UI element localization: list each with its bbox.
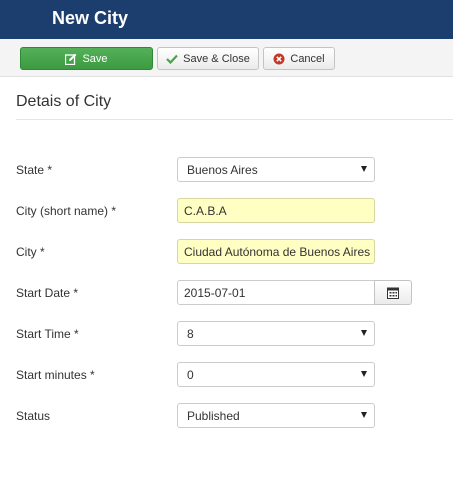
status-label: Status <box>16 409 51 423</box>
cancel-button-label: Cancel <box>290 52 325 65</box>
city-short-input[interactable]: C.A.B.A <box>177 198 375 223</box>
cancel-circle-icon <box>273 53 285 65</box>
status-select[interactable]: Published <box>177 403 375 428</box>
save-close-button-label: Save & Close <box>183 52 250 65</box>
start-time-value: 8 <box>187 326 194 341</box>
city-short-label: City (short name) * <box>16 204 117 218</box>
state-select-value: Buenos Aires <box>187 162 258 177</box>
chevron-down-icon <box>361 166 367 172</box>
section-title: Detais of City <box>16 93 112 110</box>
calendar-button[interactable] <box>374 280 412 305</box>
city-input[interactable]: Ciudad Autónoma de Buenos Aires <box>177 239 375 264</box>
start-minutes-select[interactable]: 0 <box>177 362 375 387</box>
start-time-label: Start Time * <box>16 327 79 341</box>
page-header: New City <box>0 0 453 39</box>
city-label: City * <box>16 245 45 259</box>
start-date-label: Start Date * <box>16 286 79 300</box>
city-value: Ciudad Autónoma de Buenos Aires <box>184 244 371 259</box>
status-value: Published <box>187 408 240 423</box>
state-select[interactable]: Buenos Aires <box>177 157 375 182</box>
check-icon <box>166 54 178 64</box>
chevron-down-icon <box>361 371 367 377</box>
cancel-button[interactable]: Cancel <box>263 47 335 70</box>
chevron-down-icon <box>361 412 367 418</box>
calendar-icon <box>387 287 399 299</box>
start-date-value: 2015-07-01 <box>184 285 246 300</box>
city-short-value: C.A.B.A <box>184 203 227 218</box>
edit-icon <box>65 53 77 65</box>
save-close-button[interactable]: Save & Close <box>157 47 259 70</box>
start-minutes-label: Start minutes * <box>16 368 95 382</box>
page-title: New City <box>52 8 129 28</box>
toolbar: Save Save & Close Cancel <box>0 39 453 77</box>
start-minutes-value: 0 <box>187 367 194 382</box>
chevron-down-icon <box>361 330 367 336</box>
state-label: State * <box>16 163 53 177</box>
save-button-label: Save <box>82 52 108 65</box>
section-divider <box>16 119 453 120</box>
save-button[interactable]: Save <box>20 47 153 70</box>
start-time-select[interactable]: 8 <box>177 321 375 346</box>
start-date-input[interactable]: 2015-07-01 <box>177 280 375 305</box>
